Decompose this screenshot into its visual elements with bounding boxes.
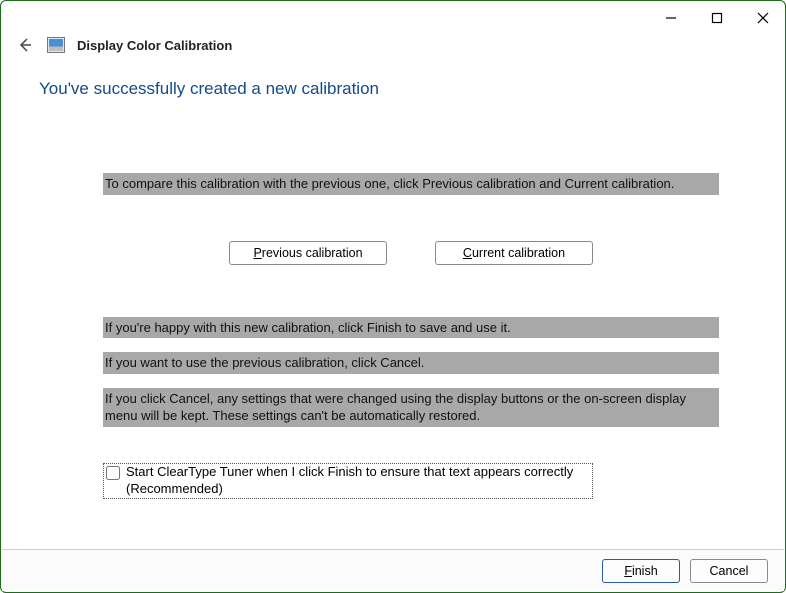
cancel-note-text: If you click Cancel, any settings that w… [103, 388, 719, 427]
minimize-button[interactable] [657, 4, 685, 32]
titlebar [1, 1, 785, 35]
close-button[interactable] [749, 4, 777, 32]
cancel-button[interactable]: Cancel [690, 559, 768, 583]
current-calibration-button[interactable]: Current calibration [435, 241, 593, 265]
finish-instruction-text: If you're happy with this new calibratio… [103, 317, 719, 339]
footer-bar: Finish Cancel [2, 549, 784, 591]
cleartype-checkbox[interactable] [106, 466, 120, 480]
content-area: You've successfully created a new calibr… [1, 61, 785, 499]
cleartype-checkbox-row[interactable]: Start ClearType Tuner when I click Finis… [103, 463, 593, 499]
inner-body: To compare this calibration with the pre… [103, 173, 719, 499]
back-button[interactable] [15, 35, 35, 55]
app-title: Display Color Calibration [77, 38, 232, 53]
page-heading: You've successfully created a new calibr… [39, 79, 747, 99]
compare-instruction-text: To compare this calibration with the pre… [103, 173, 719, 195]
cancel-instruction-text: If you want to use the previous calibrat… [103, 352, 719, 374]
app-icon [47, 37, 65, 53]
maximize-button[interactable] [703, 4, 731, 32]
calibration-compare-buttons: Previous calibration Current calibration [103, 241, 719, 265]
cleartype-checkbox-label: Start ClearType Tuner when I click Finis… [126, 464, 590, 498]
header-bar: Display Color Calibration [1, 35, 785, 61]
previous-calibration-button[interactable]: Previous calibration [229, 241, 387, 265]
finish-button[interactable]: Finish [602, 559, 680, 583]
